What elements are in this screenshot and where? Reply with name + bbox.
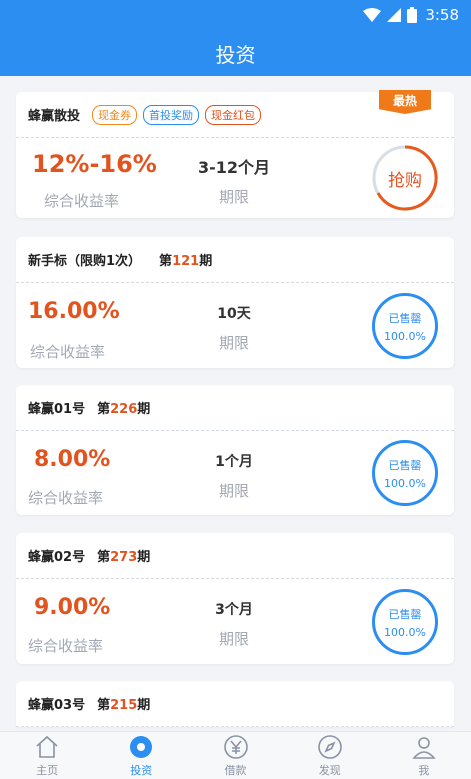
tag-cash-coupon: 现金券 bbox=[92, 104, 138, 125]
featured-term-label: 期限 bbox=[218, 188, 249, 206]
sold-out-label: 已售罄 bbox=[388, 311, 422, 325]
tag-cash-red-packet: 现金红包 bbox=[205, 104, 262, 125]
sold-progress: 100.0% bbox=[384, 476, 426, 490]
tab-me-label: 我 bbox=[418, 763, 430, 777]
product-card-header[interactable]: 蜂赢03号 第215期 bbox=[16, 681, 454, 727]
product-period: 第273期 bbox=[97, 550, 151, 565]
tag-first-invest-reward: 首投奖励 bbox=[143, 104, 200, 125]
tab-me[interactable]: 我 bbox=[377, 732, 471, 779]
featured-card-body[interactable]: 12%-16% 综合收益率 3-12个月 期限 抢购 bbox=[16, 138, 454, 218]
product-card-body[interactable]: 8.00% 综合收益率 1个月 期限 已售罄 100.0% bbox=[16, 431, 454, 515]
bottom-tab-bar: 主页 投资 借款 发现 我 bbox=[0, 731, 471, 779]
product-term: 3个月 bbox=[215, 602, 253, 618]
featured-rate: 12%-16% bbox=[32, 150, 157, 178]
product-period: 第226期 bbox=[97, 402, 151, 417]
product-name: 蜂赢02号 bbox=[28, 550, 86, 565]
product-list[interactable]: 蜂赢散投 现金券 首投奖励 现金红包 最热 12%-16% 综合收益率 3-12… bbox=[0, 76, 471, 731]
product-card-header[interactable]: 新手标（限购1次） 第121期 bbox=[16, 237, 454, 283]
hot-badge: 最热 bbox=[379, 90, 431, 114]
product-rate: 9.00% bbox=[34, 595, 111, 620]
tab-loan-label: 借款 bbox=[224, 763, 247, 777]
battery-icon bbox=[407, 7, 418, 23]
product-term-label: 期限 bbox=[218, 482, 249, 500]
product-period: 第215期 bbox=[97, 698, 151, 713]
featured-rate-label: 综合收益率 bbox=[44, 192, 120, 210]
status-bar: 3:58 bbox=[0, 0, 471, 30]
app-bar: 投资 bbox=[0, 30, 471, 76]
status-time: 3:58 bbox=[425, 6, 459, 24]
page-title: 投资 bbox=[215, 42, 256, 67]
product-rate-label: 综合收益率 bbox=[30, 343, 106, 361]
product-rate: 8.00% bbox=[34, 447, 111, 472]
product-term: 10天 bbox=[217, 306, 251, 322]
sold-progress: 100.0% bbox=[384, 329, 426, 343]
product-rate: 16.00% bbox=[28, 299, 120, 324]
sold-progress: 100.0% bbox=[384, 625, 426, 639]
sold-out-indicator: 已售罄 100.0% bbox=[372, 589, 438, 655]
product-period: 第121期 bbox=[159, 254, 213, 269]
tab-invest-label: 投资 bbox=[130, 763, 153, 777]
featured-name: 蜂赢散投 bbox=[28, 109, 81, 124]
product-rate-label: 综合收益率 bbox=[28, 637, 104, 655]
status-icons bbox=[363, 7, 418, 23]
product-name: 蜂赢03号 bbox=[28, 698, 86, 713]
product-term-label: 期限 bbox=[218, 334, 249, 352]
featured-term: 3-12个月 bbox=[197, 158, 271, 177]
yen-icon bbox=[223, 734, 248, 759]
signal-icon bbox=[387, 8, 402, 22]
user-icon bbox=[412, 736, 436, 759]
product-term: 1个月 bbox=[215, 454, 253, 470]
tab-discover-label: 发现 bbox=[318, 763, 341, 777]
home-icon bbox=[36, 735, 58, 758]
product-card-header[interactable]: 蜂赢01号 第226期 bbox=[16, 385, 454, 431]
tab-loan[interactable]: 借款 bbox=[188, 732, 282, 779]
product-card-body[interactable]: 16.00% 综合收益率 10天 期限 已售罄 100.0% bbox=[16, 283, 454, 368]
product-name: 新手标（限购1次） bbox=[28, 254, 142, 269]
sold-out-label: 已售罄 bbox=[388, 607, 422, 621]
buy-now-button[interactable]: 抢购 bbox=[372, 145, 438, 211]
tab-home-label: 主页 bbox=[36, 763, 59, 777]
tab-home[interactable]: 主页 bbox=[0, 732, 94, 779]
buy-now-label: 抢购 bbox=[388, 170, 422, 191]
product-name: 蜂赢01号 bbox=[28, 402, 86, 417]
compass-icon bbox=[317, 734, 342, 759]
sold-out-label: 已售罄 bbox=[388, 458, 422, 472]
product-term-label: 期限 bbox=[218, 630, 249, 648]
product-card-header[interactable]: 蜂赢02号 第273期 bbox=[16, 533, 454, 579]
wifi-icon bbox=[363, 8, 382, 22]
product-rate-label: 综合收益率 bbox=[28, 489, 104, 507]
product-card-body[interactable]: 9.00% 综合收益率 3个月 期限 已售罄 100.0% bbox=[16, 579, 454, 664]
sold-out-indicator: 已售罄 100.0% bbox=[372, 293, 438, 359]
tab-discover[interactable]: 发现 bbox=[283, 732, 377, 779]
sold-out-indicator: 已售罄 100.0% bbox=[372, 440, 438, 506]
invest-icon bbox=[130, 735, 153, 758]
tab-invest[interactable]: 投资 bbox=[94, 732, 188, 779]
